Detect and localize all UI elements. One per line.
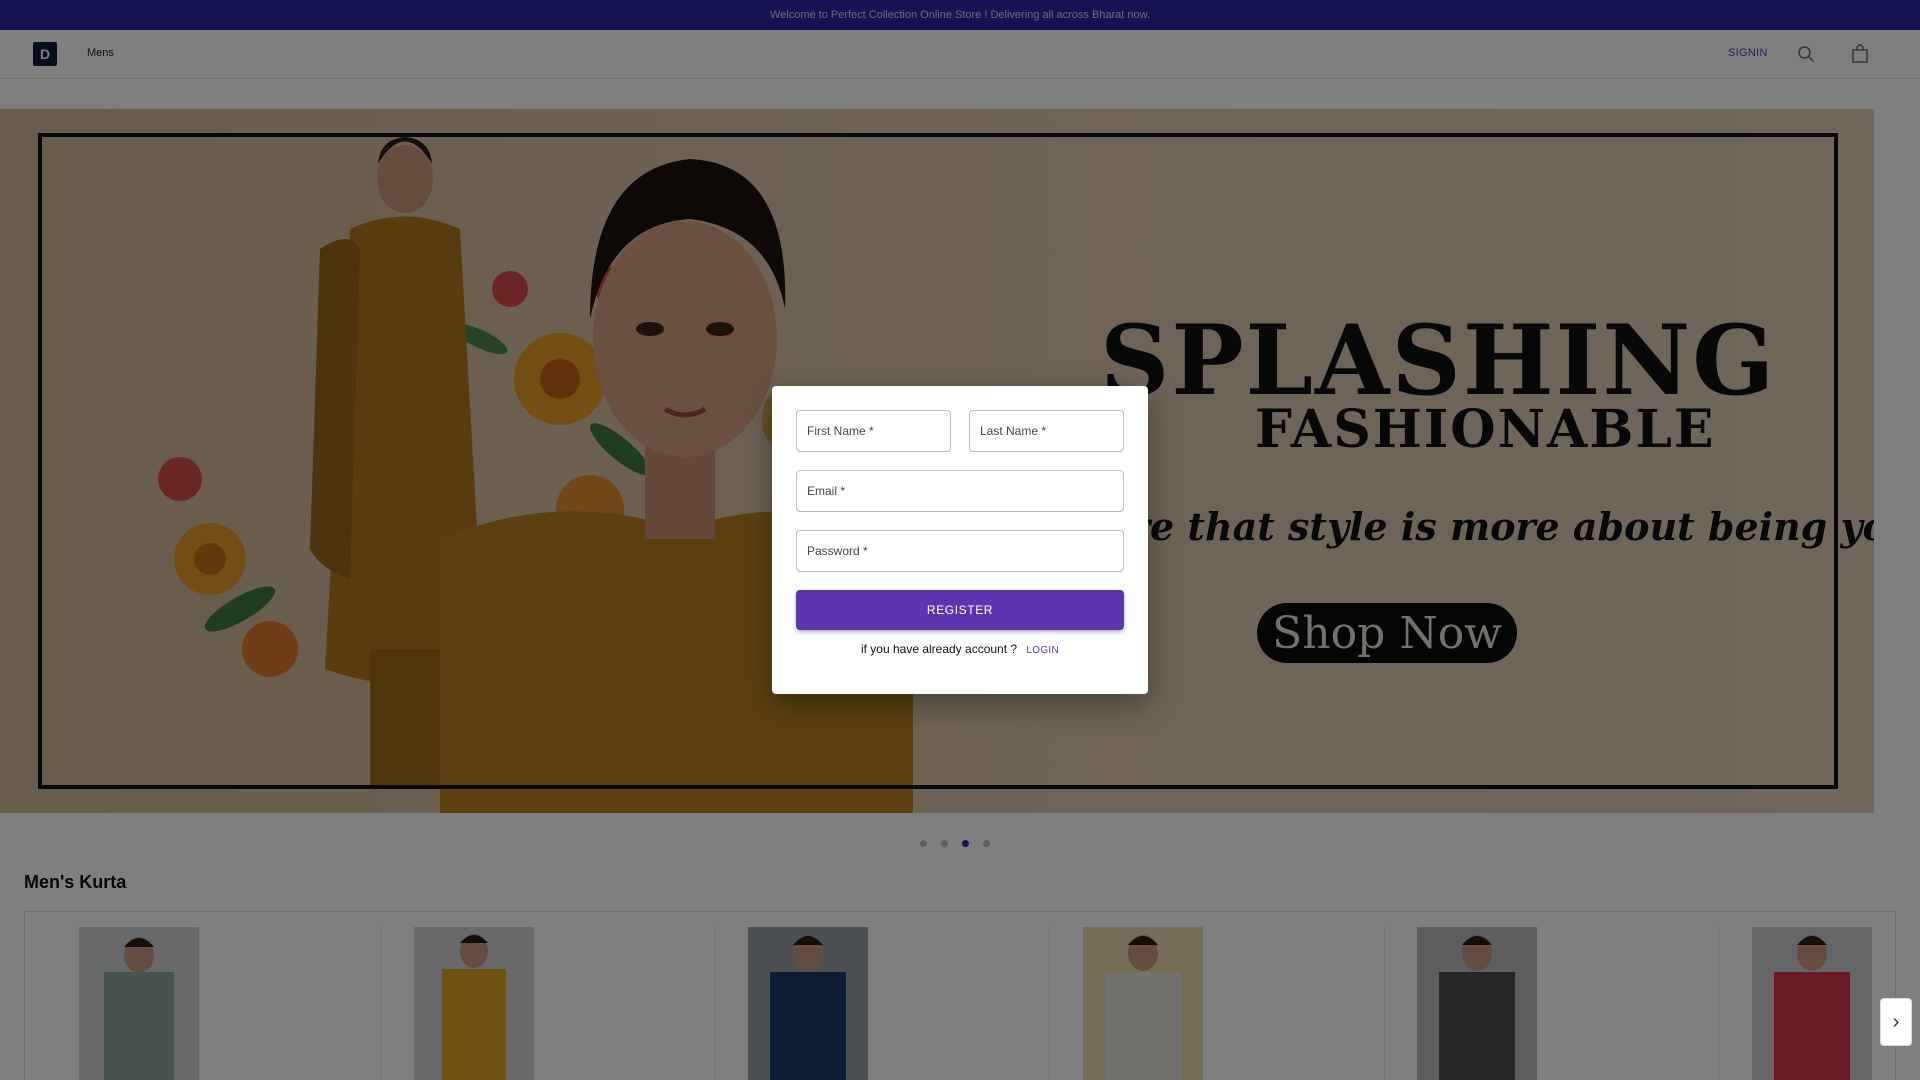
- login-prompt: if you have already account ? LOGIN: [772, 642, 1148, 656]
- password-field: [796, 530, 1124, 572]
- password-input[interactable]: [797, 531, 1123, 571]
- login-prompt-text: if you have already account ?: [860, 642, 1018, 656]
- chevron-right-icon: ›: [1892, 1010, 1900, 1033]
- login-link[interactable]: LOGIN: [1026, 645, 1059, 656]
- email-field: [796, 470, 1124, 512]
- last-name-input[interactable]: [970, 411, 1123, 451]
- last-name-field: [969, 410, 1124, 452]
- carousel-next-button[interactable]: ›: [1880, 998, 1912, 1046]
- first-name-input[interactable]: [797, 411, 950, 451]
- register-modal: REGISTER if you have already account ? L…: [772, 386, 1148, 694]
- first-name-field: [796, 410, 951, 452]
- email-input[interactable]: [797, 471, 1123, 511]
- register-button[interactable]: REGISTER: [796, 590, 1124, 630]
